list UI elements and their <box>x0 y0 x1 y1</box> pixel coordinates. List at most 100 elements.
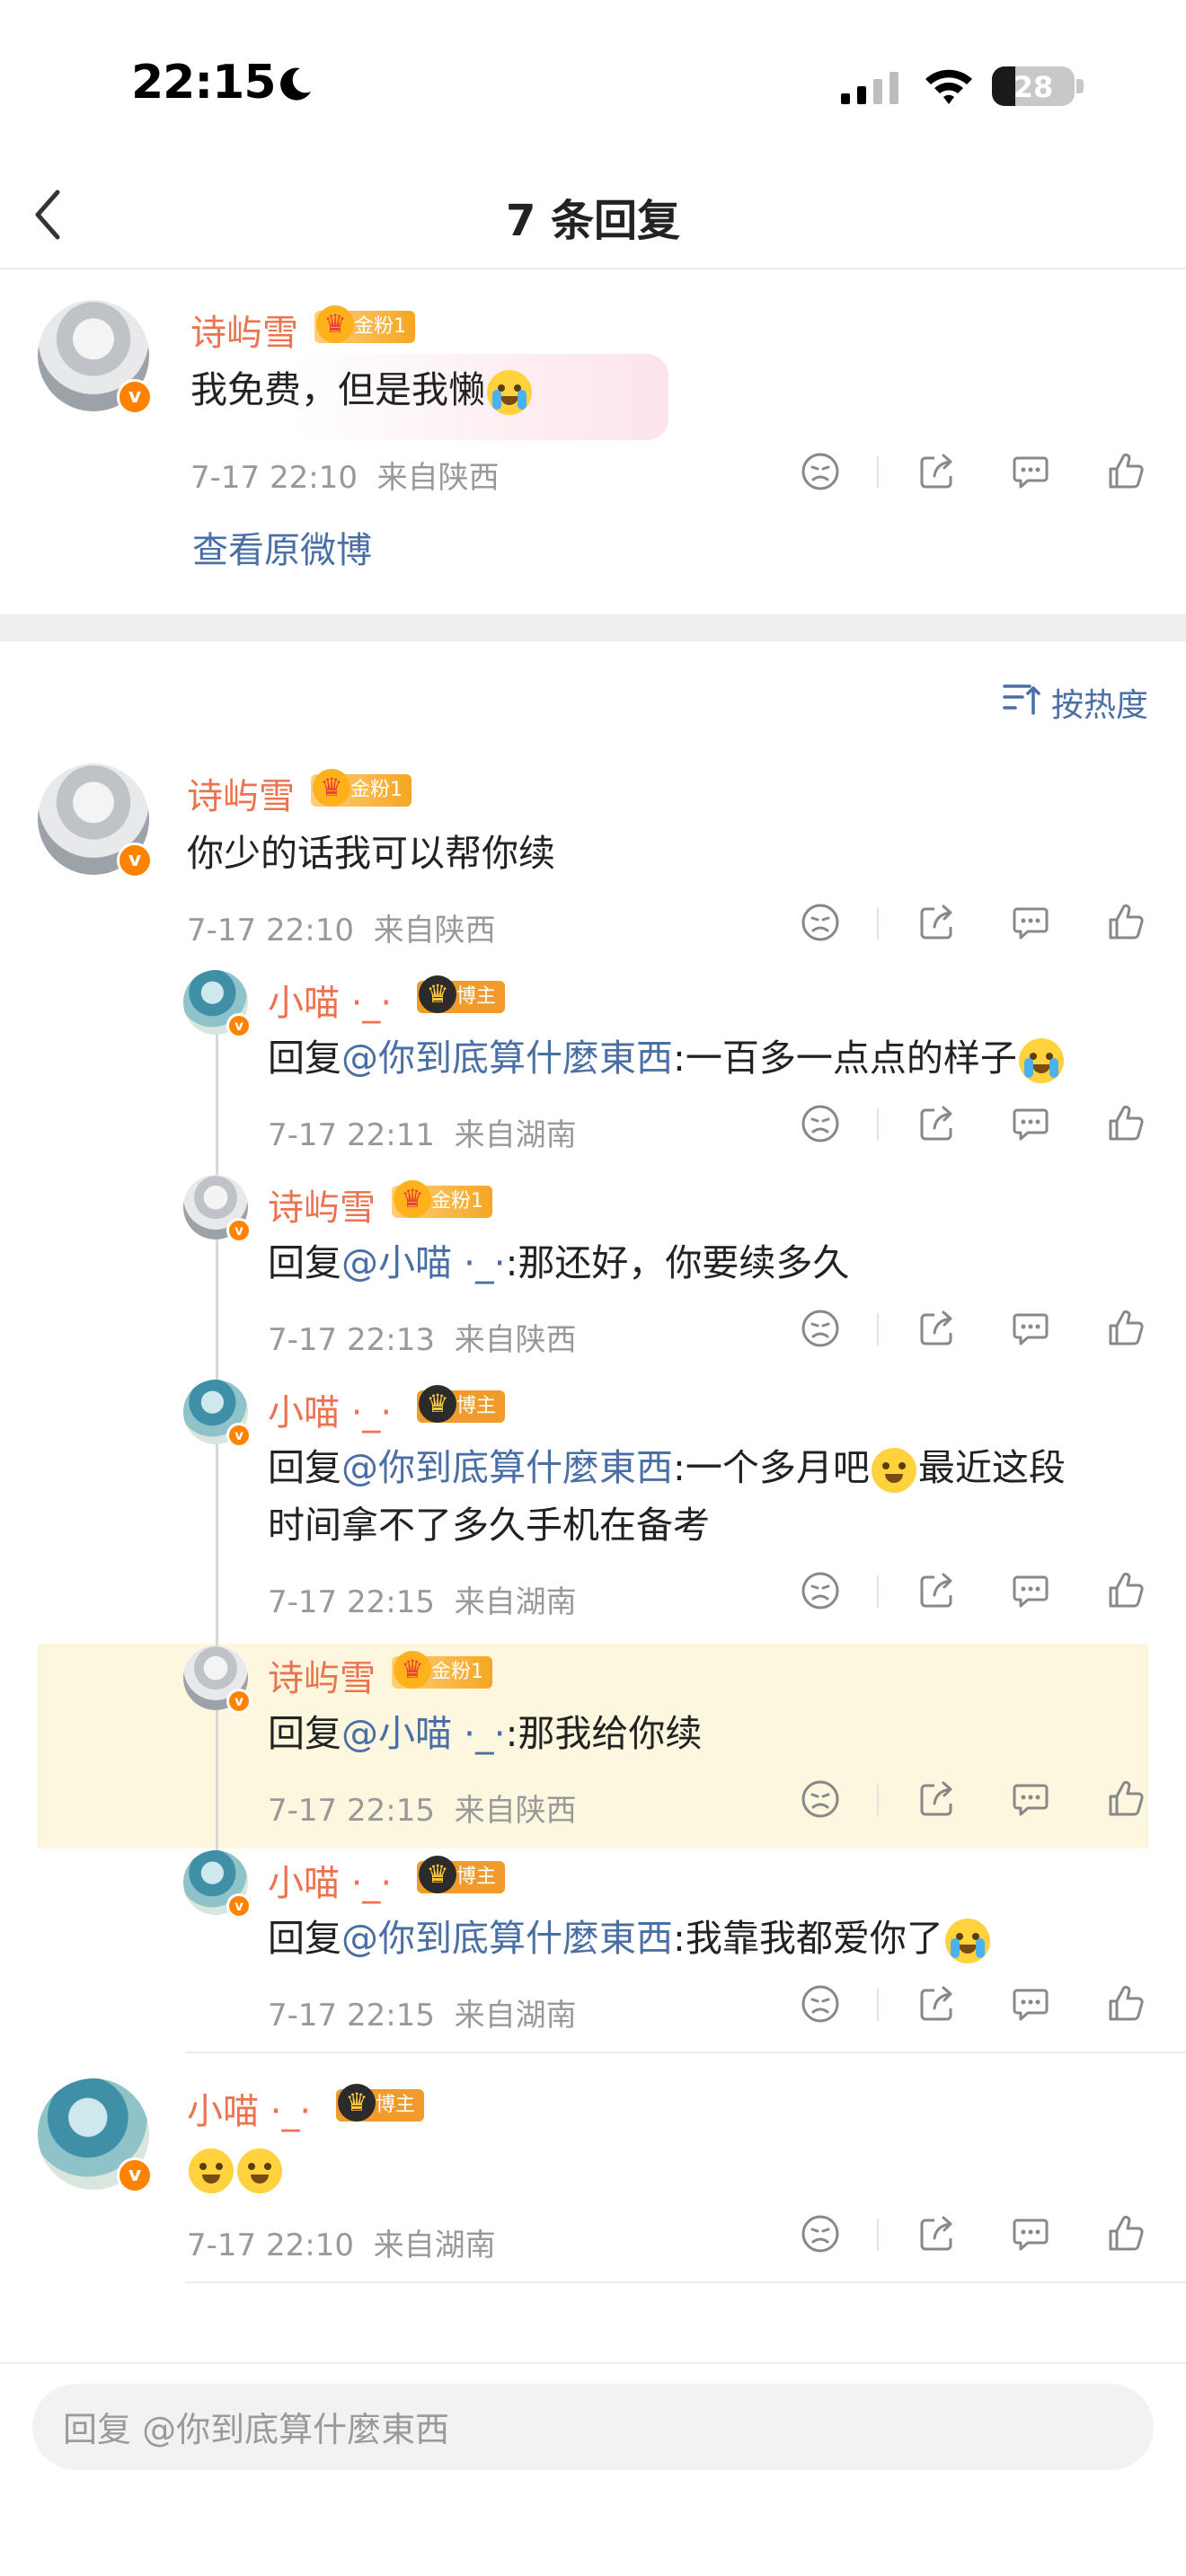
battery-indicator: 28 <box>992 66 1075 106</box>
mention-link[interactable]: @你到底算什麼東西 <box>341 1446 673 1489</box>
comment-icon[interactable] <box>1010 1308 1051 1349</box>
host-badge: ♛ 博主 <box>417 1385 506 1423</box>
wifi-icon <box>925 69 972 104</box>
mention-link[interactable]: @你到底算什麼東西 <box>341 1037 673 1080</box>
divider <box>0 2362 1186 2364</box>
share-icon[interactable] <box>916 1308 958 1349</box>
dislike-icon[interactable] <box>800 2213 841 2254</box>
dislike-icon[interactable] <box>800 1570 841 1611</box>
comment-icon[interactable] <box>1010 1103 1051 1144</box>
comment-icon[interactable] <box>1010 2213 1051 2254</box>
share-icon[interactable] <box>916 902 958 943</box>
reply-input[interactable]: 回复 @你到底算什麼東西 <box>32 2384 1154 2470</box>
dislike-icon[interactable] <box>800 1308 841 1349</box>
comment-text: 你少的话我可以帮你续 <box>187 832 555 875</box>
share-icon[interactable] <box>916 451 958 492</box>
verified-icon: v <box>226 1423 252 1448</box>
verified-icon: v <box>226 1893 252 1919</box>
dislike-icon[interactable] <box>800 1983 841 2025</box>
username[interactable]: 诗屿雪 <box>187 767 295 819</box>
cellular-signal-icon <box>841 72 898 104</box>
action-row <box>800 451 1164 496</box>
dislike-icon[interactable] <box>800 1103 841 1144</box>
username[interactable]: 小喵 ·_· <box>187 2082 311 2134</box>
like-icon[interactable] <box>1105 451 1146 492</box>
view-original-link[interactable]: 查看原微博 <box>192 521 372 573</box>
share-icon[interactable] <box>916 1983 958 2025</box>
like-icon[interactable] <box>1105 1778 1146 1820</box>
fan-badge: ♛ 金粉1 <box>314 305 415 343</box>
fan-badge: ♛ 金粉1 <box>392 1651 492 1689</box>
comment-icon[interactable] <box>1010 1570 1051 1611</box>
divider <box>185 2051 1186 2053</box>
action-row <box>800 2213 1164 2258</box>
share-icon[interactable] <box>916 1570 958 1611</box>
action-row <box>800 1983 1164 2028</box>
share-icon[interactable] <box>916 1778 958 1820</box>
action-row <box>800 1778 1164 1823</box>
username[interactable]: 小喵 ·_· <box>268 1854 392 1906</box>
crown-icon: ♛ <box>313 769 350 807</box>
comment-meta: 7-17 22:10 来自湖南 <box>187 2228 496 2263</box>
like-icon[interactable] <box>1105 1983 1146 2025</box>
comment-text: 我免费，但是我懒 <box>190 363 534 417</box>
reply-meta: 7-17 22:15 来自湖南 <box>268 1998 577 2033</box>
like-icon[interactable] <box>1105 1308 1146 1349</box>
reply-text: 回复@你到底算什麼東西:一个多月吧 最近这段 <box>268 1441 1066 1495</box>
like-icon[interactable] <box>1105 1103 1146 1144</box>
crying-emoji-icon <box>944 1919 990 1963</box>
crown-icon: ♛ <box>394 1180 431 1218</box>
reply-text: 回复@小喵 ·_·:那我给你续 <box>268 1712 703 1755</box>
crown-icon: ♛ <box>394 1651 431 1689</box>
reply-text: 回复@小喵 ·_·:那还好，你要续多久 <box>268 1241 850 1284</box>
teary-emoji-icon <box>189 2148 234 2193</box>
host-badge: ♛ 博主 <box>417 1856 506 1893</box>
crown-icon: ♛ <box>419 1385 456 1423</box>
dislike-icon[interactable] <box>800 902 841 943</box>
mention-link[interactable]: @小喵 ·_· <box>341 1241 506 1284</box>
comment-icon[interactable] <box>1010 451 1051 492</box>
reply-meta: 7-17 22:11 来自湖南 <box>268 1117 577 1153</box>
section-separator <box>0 614 1186 641</box>
status-time: 22:15 <box>131 56 277 110</box>
verified-icon: v <box>117 2157 153 2193</box>
page-title: 7 条回复 <box>505 196 681 246</box>
action-row <box>800 902 1164 947</box>
dislike-icon[interactable] <box>800 451 841 492</box>
username[interactable]: 小喵 ·_· <box>268 1383 392 1435</box>
reply-placeholder: 回复 @你到底算什麼東西 <box>63 2410 450 2449</box>
username[interactable]: 诗屿雪 <box>268 1649 376 1701</box>
username[interactable]: 诗屿雪 <box>190 304 298 356</box>
host-badge: ♛ 博主 <box>417 975 506 1013</box>
crown-icon: ♛ <box>419 975 456 1013</box>
action-row <box>800 1103 1164 1148</box>
username[interactable]: 小喵 ·_· <box>268 974 392 1026</box>
comment-icon[interactable] <box>1010 902 1051 943</box>
like-icon[interactable] <box>1105 1570 1146 1611</box>
like-icon[interactable] <box>1105 902 1146 943</box>
comment-icon[interactable] <box>1010 1983 1051 2025</box>
sort-by-hot-button[interactable]: 按热度 <box>1051 679 1148 726</box>
sort-icon[interactable] <box>1003 681 1042 717</box>
battery-level: 28 <box>1013 70 1054 104</box>
moon-icon <box>280 67 311 101</box>
mention-link[interactable]: @你到底算什麼東西 <box>341 1917 673 1960</box>
comment-meta: 7-17 22:10 来自陕西 <box>187 913 496 948</box>
share-icon[interactable] <box>916 1103 958 1144</box>
comment-icon[interactable] <box>1010 1778 1051 1820</box>
username[interactable]: 诗屿雪 <box>268 1178 376 1231</box>
crown-icon: ♛ <box>316 305 354 343</box>
reply-meta: 7-17 22:13 来自陕西 <box>268 1322 577 1358</box>
crying-emoji-icon <box>487 370 532 415</box>
mention-link[interactable]: @小喵 ·_· <box>341 1712 506 1755</box>
share-icon[interactable] <box>916 2213 958 2254</box>
dislike-icon[interactable] <box>800 1778 841 1820</box>
divider <box>185 2281 1186 2283</box>
reply-text: 回复@你到底算什麼東西:我靠我都爱你了 <box>268 1911 992 1965</box>
action-row <box>800 1570 1164 1615</box>
verified-icon: v <box>226 1013 252 1038</box>
like-icon[interactable] <box>1105 2213 1146 2254</box>
fan-badge: ♛ 金粉1 <box>311 769 412 807</box>
comment-meta: 7-17 22:10 来自陕西 <box>190 460 500 496</box>
verified-icon: v <box>226 1218 252 1243</box>
